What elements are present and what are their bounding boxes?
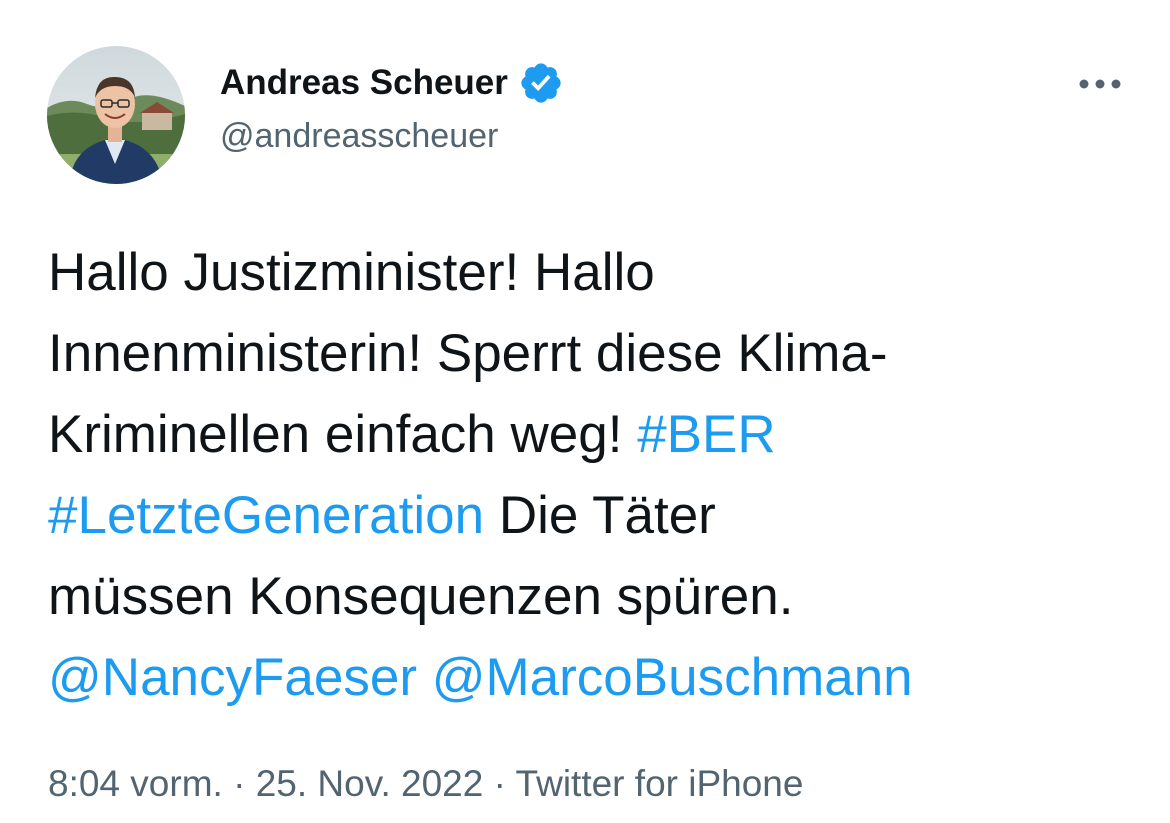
meta-separator: · xyxy=(222,763,256,804)
avatar[interactable] xyxy=(47,46,185,184)
mention-link[interactable]: @MarcoBuschmann xyxy=(432,648,913,707)
tweet-meta: 8:04 vorm. · 25. Nov. 2022 · Twitter for… xyxy=(48,763,803,805)
author-header: Andreas Scheuer xyxy=(220,60,564,106)
tweet-text-line: @NancyFaeser @MarcoBuschmann xyxy=(48,637,1128,718)
mention-link[interactable]: @NancyFaeser xyxy=(48,648,417,707)
meta-separator: · xyxy=(483,763,516,804)
more-options-button[interactable] xyxy=(1070,64,1130,104)
tweet-text-line: Hallo Justizminister! Hallo xyxy=(48,232,1128,313)
more-horizontal-icon xyxy=(1079,79,1121,89)
tweet-text-segment: Kriminellen einfach weg! xyxy=(48,405,638,464)
tweet-text-line: müssen Konsequenzen spüren. xyxy=(48,556,1128,637)
tweet-text-segment: müssen Konsequenzen spüren. xyxy=(48,567,794,626)
tweet-source[interactable]: Twitter for iPhone xyxy=(516,763,804,804)
tweet-text-line: Innenministerin! Sperrt diese Klima- xyxy=(48,313,1128,394)
hashtag-link[interactable]: #LetzteGeneration xyxy=(48,486,484,545)
tweet-date[interactable]: 25. Nov. 2022 xyxy=(256,763,484,804)
tweet-text-line: Kriminellen einfach weg! #BER xyxy=(48,394,1128,475)
display-name[interactable]: Andreas Scheuer xyxy=(220,63,508,103)
author-handle[interactable]: @andreasscheuer xyxy=(220,117,498,156)
verified-badge-icon[interactable] xyxy=(518,60,564,106)
tweet-text-segment: Hallo Justizminister! Hallo xyxy=(48,243,655,302)
tweet-time[interactable]: 8:04 vorm. xyxy=(48,763,223,804)
tweet-text-line: #LetzteGeneration Die Täter xyxy=(48,475,1128,556)
tweet-text: Hallo Justizminister! Hallo Innenminister… xyxy=(48,232,1128,718)
tweet-text-segment: Innenministerin! Sperrt diese Klima- xyxy=(48,324,888,383)
hashtag-link[interactable]: #BER xyxy=(637,405,775,464)
tweet-text-segment xyxy=(417,648,432,707)
tweet-text-segment: Die Täter xyxy=(484,486,716,545)
